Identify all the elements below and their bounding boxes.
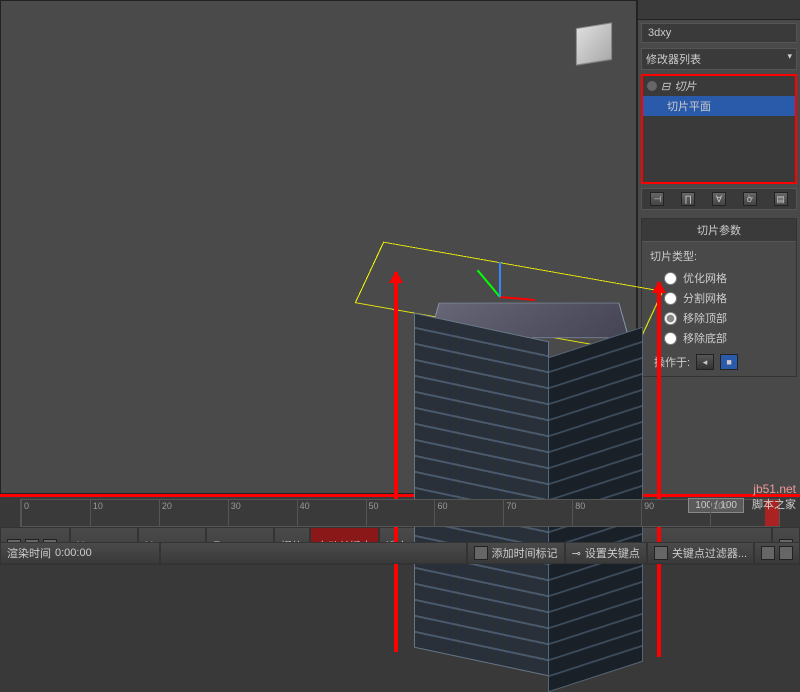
radio-label: 移除顶部 [683, 310, 727, 326]
prompt-area [160, 542, 467, 564]
viewcube-cube[interactable] [576, 22, 612, 65]
viewcube[interactable] [566, 16, 621, 71]
play-icon[interactable] [779, 546, 793, 560]
tick: 40 [297, 500, 366, 526]
expand-icon[interactable]: ⊟ [661, 80, 670, 93]
radio-remove-top[interactable]: 移除顶部 [650, 308, 788, 328]
radio-label: 优化网格 [683, 270, 727, 286]
watermark-url: jb51.net [752, 482, 796, 496]
object-name-field[interactable]: 3dxy [641, 23, 797, 43]
tick: 80 [572, 500, 641, 526]
add-time-tag-label: 添加时间标记 [492, 545, 558, 561]
stack-subobject-row[interactable]: 切片平面 [643, 96, 795, 116]
radio-input[interactable] [664, 332, 677, 345]
watermark: jb51.net 脚本之家 [752, 482, 796, 512]
tick: 10 [90, 500, 159, 526]
render-time-label: 渲染时间 [7, 545, 51, 561]
tick: 90 [641, 500, 710, 526]
key-filter-button[interactable]: 关键点过滤器... [647, 542, 754, 564]
key-icon: ⊸ [572, 547, 581, 560]
rollout-title: 切片参数 [697, 225, 741, 237]
tick: 50 [366, 500, 435, 526]
configure-sets-icon[interactable]: ▤ [774, 192, 788, 206]
radio-label: 移除底部 [683, 330, 727, 346]
watermark-name: 脚本之家 [752, 496, 796, 512]
add-time-tag-button[interactable]: 添加时间标记 [467, 542, 565, 564]
set-key-label: 设置关键点 [585, 545, 640, 561]
modifier-stack[interactable]: ⊟ 切片 切片平面 [641, 74, 797, 184]
set-key-button[interactable]: ⊸ 设置关键点 [565, 542, 647, 564]
annotation-arrow-right [657, 282, 661, 657]
play-controls-2 [754, 542, 800, 564]
radio-input[interactable] [664, 292, 677, 305]
tick: 30 [228, 500, 297, 526]
radio-split-mesh[interactable]: 分割网格 [650, 288, 788, 308]
operate-mesh-button[interactable]: ■ [720, 354, 738, 370]
radio-input[interactable] [664, 272, 677, 285]
panel-tabs[interactable] [638, 0, 800, 20]
modifier-name: 切片 [674, 78, 696, 94]
time-slider-track[interactable]: 100 / 100 0 10 20 30 40 50 60 70 80 90 1… [20, 499, 780, 527]
remove-modifier-icon[interactable]: ờ [743, 192, 757, 206]
tick: 60 [434, 500, 503, 526]
status-bar-2: 渲染时间 0:00:00 添加时间标记 ⊸ 设置关键点 关键点过滤器... [0, 542, 800, 564]
render-time: 渲染时间 0:00:00 [0, 542, 160, 564]
visibility-toggle-icon[interactable] [647, 81, 657, 91]
slice-type-label: 切片类型: [650, 248, 788, 264]
tick: 0 [21, 500, 90, 526]
stack-modifier-row[interactable]: ⊟ 切片 [643, 76, 795, 96]
modifier-list-label: 修改器列表 [646, 51, 701, 67]
building-front-face [414, 313, 549, 677]
tag-icon [474, 546, 488, 560]
operate-poly-button[interactable]: ◂ [696, 354, 714, 370]
tick: 20 [159, 500, 228, 526]
filter-icon [654, 546, 668, 560]
radio-remove-bottom[interactable]: 移除底部 [650, 328, 788, 348]
timeline-ticks: 0 10 20 30 40 50 60 70 80 90 100 [21, 500, 779, 526]
prev-frame-icon[interactable] [761, 546, 775, 560]
stack-toolbar: ⊣ ∏ ∀ ờ ▤ [641, 188, 797, 210]
tick: 70 [503, 500, 572, 526]
pin-stack-icon[interactable]: ⊣ [650, 192, 664, 206]
annotation-arrow-left [394, 272, 398, 652]
radio-label: 分割网格 [683, 290, 727, 306]
command-panel: 3dxy 修改器列表 ⊟ 切片 切片平面 ⊣ ∏ ∀ ờ ▤ 切片参数 [637, 0, 800, 494]
show-end-result-icon[interactable]: ∏ [681, 192, 695, 206]
viewport[interactable] [0, 0, 637, 494]
subobject-name: 切片平面 [647, 98, 711, 114]
rollout-header[interactable]: 切片参数 [642, 219, 796, 242]
render-time-value: 0:00:00 [55, 547, 92, 559]
radio-input[interactable] [664, 312, 677, 325]
key-filter-label: 关键点过滤器... [672, 545, 747, 561]
modifier-list-dropdown[interactable]: 修改器列表 [641, 48, 797, 70]
slice-params-rollout: 切片参数 切片类型: 优化网格 分割网格 移除顶部 移除底部 [641, 218, 797, 377]
make-unique-icon[interactable]: ∀ [712, 192, 726, 206]
radio-optimize-mesh[interactable]: 优化网格 [650, 268, 788, 288]
